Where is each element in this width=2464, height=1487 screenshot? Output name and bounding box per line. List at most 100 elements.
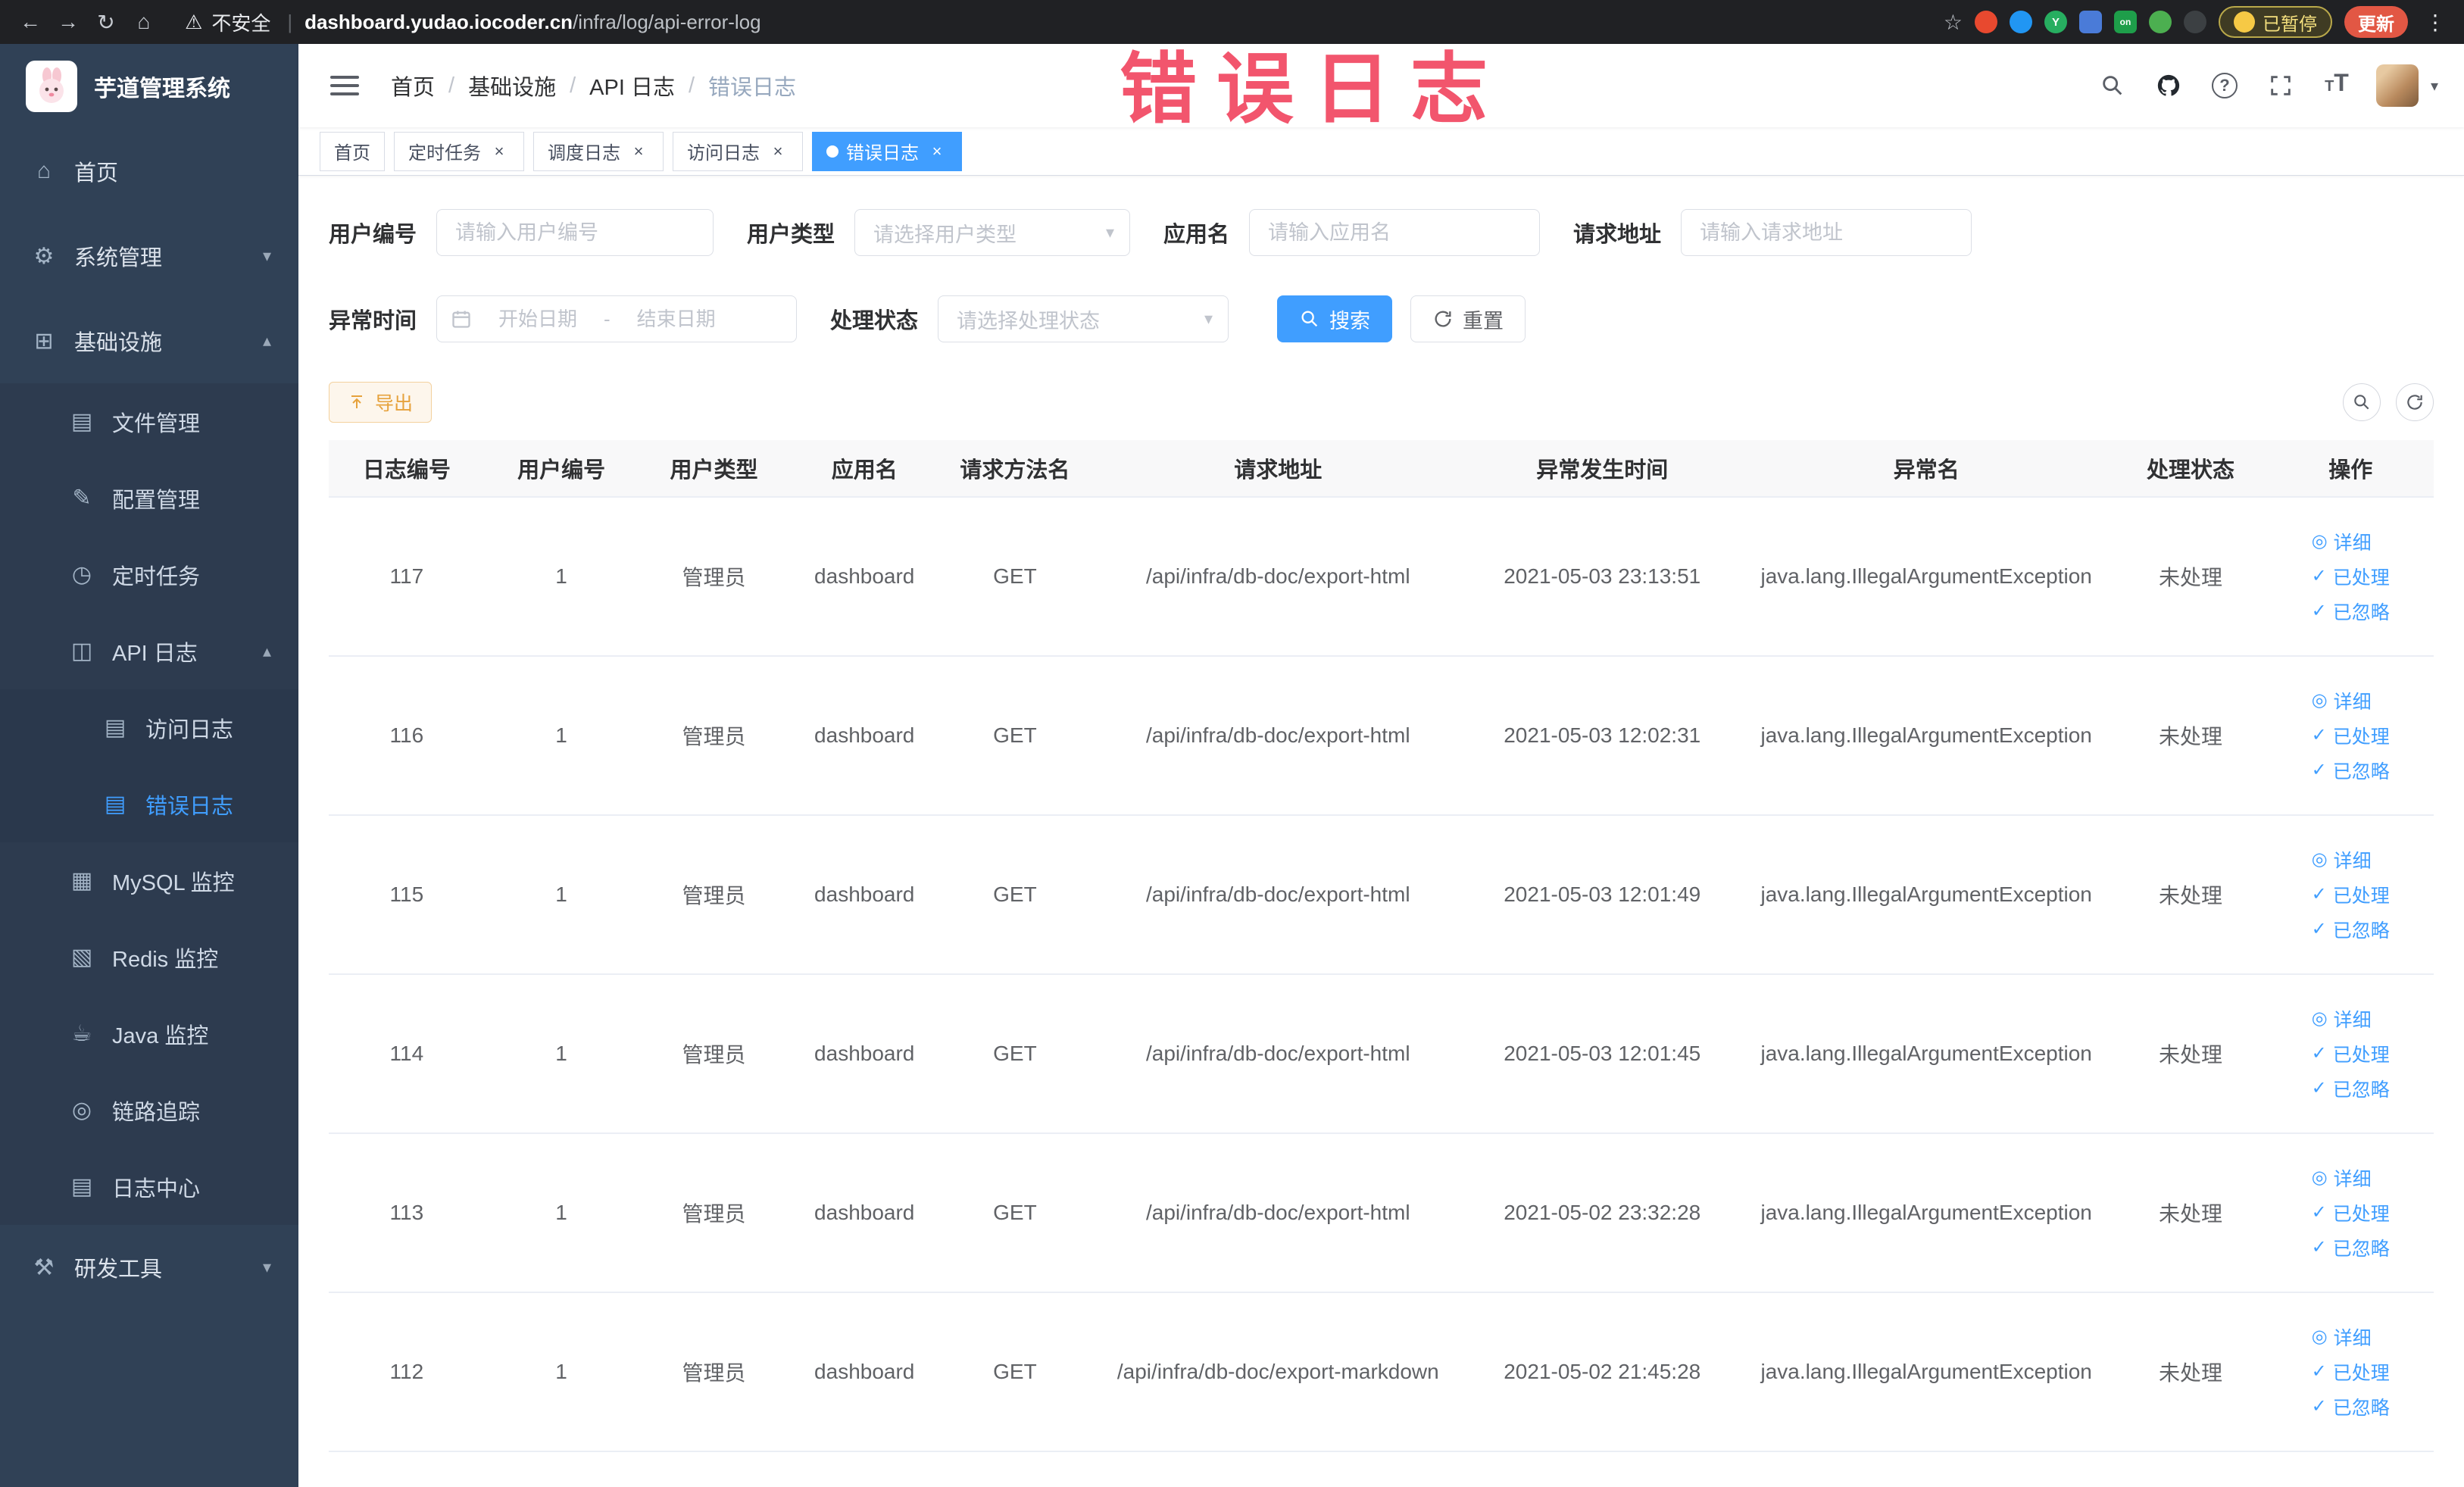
home-icon: ⌂ — [36, 158, 52, 183]
extension-icon[interactable] — [1975, 11, 1997, 33]
ignored-link[interactable]: ✓ 已忽略 — [2312, 1075, 2390, 1102]
processed-link[interactable]: ✓ 已处理 — [2312, 1040, 2390, 1067]
detail-link[interactable]: ◎ 详细 — [2312, 1323, 2372, 1351]
tab-error-log[interactable]: 错误日志 — [812, 131, 962, 171]
hamburger-icon[interactable] — [324, 70, 365, 102]
extension-icon[interactable]: on — [2114, 11, 2137, 33]
sidebar-item-trace[interactable]: ◎ 链路追踪 — [0, 1072, 298, 1148]
check-icon: ✓ — [2311, 566, 2327, 586]
site-security[interactable]: ⚠ 不安全 | — [185, 8, 300, 36]
processed-link[interactable]: ✓ 已处理 — [2312, 881, 2390, 908]
ignored-link[interactable]: ✓ 已忽略 — [2312, 598, 2390, 625]
extension-icon[interactable] — [2149, 11, 2172, 33]
request-url-input[interactable] — [1681, 209, 1972, 256]
ignored-link[interactable]: ✓ 已忽略 — [2312, 1234, 2390, 1261]
end-date-input[interactable] — [619, 307, 733, 331]
update-button[interactable]: 更新 — [2344, 6, 2408, 38]
filter-exception-time: 异常时间 - — [329, 295, 798, 342]
tab-home[interactable]: 首页 — [320, 131, 385, 171]
help-icon[interactable]: ? — [2208, 69, 2241, 102]
detail-link[interactable]: ◎ 详细 — [2312, 1164, 2372, 1192]
filter-process-status: 处理状态 请选择处理状态 ▾ — [830, 295, 1229, 342]
bookmark-star-icon[interactable]: ☆ — [1944, 10, 1963, 35]
sidebar-item-scheduled-task[interactable]: ◷ 定时任务 — [0, 536, 298, 613]
sidebar-item-config-manage[interactable]: ✎ 配置管理 — [0, 460, 298, 536]
ignored-link[interactable]: ✓ 已忽略 — [2312, 1393, 2390, 1420]
refresh-button[interactable] — [2396, 383, 2434, 421]
search-icon[interactable] — [2096, 69, 2129, 102]
export-button[interactable]: 导出 — [329, 382, 433, 423]
detail-link[interactable]: ◎ 详细 — [2312, 846, 2372, 873]
close-icon[interactable] — [926, 141, 948, 162]
app-logo-row[interactable]: 芋道管理系统 — [0, 44, 298, 129]
breadcrumb-home[interactable]: 首页 — [391, 70, 435, 102]
start-date-input[interactable] — [481, 307, 595, 331]
log-center-icon: ▤ — [70, 1174, 93, 1199]
close-icon[interactable] — [767, 141, 789, 162]
sidebar-item-error-log[interactable]: ▤ 错误日志 — [0, 766, 298, 842]
check-icon: ✓ — [2311, 919, 2327, 939]
github-icon[interactable] — [2152, 69, 2185, 102]
reset-button[interactable]: 重置 — [1410, 295, 1526, 342]
search-toggle-button[interactable] — [2343, 383, 2381, 421]
process-status-select[interactable]: 请选择处理状态 ▾ — [938, 295, 1229, 342]
extension-icon[interactable] — [2010, 11, 2032, 33]
tab-schedule-log[interactable]: 调度日志 — [533, 131, 664, 171]
avatar[interactable] — [2375, 64, 2419, 107]
infrastructure-icon: ⊞ — [34, 328, 54, 354]
date-range-picker[interactable]: - — [436, 295, 798, 342]
back-icon[interactable]: ← — [14, 5, 47, 39]
sidebar-item-java-monitor[interactable]: ☕ Java 监控 — [0, 995, 298, 1072]
sidebar-item-redis-monitor[interactable]: ▧ Redis 监控 — [0, 919, 298, 995]
sidebar-item-mysql-monitor[interactable]: ▦ MySQL 监控 — [0, 842, 298, 919]
check-icon: ✓ — [2311, 1361, 2327, 1382]
processed-link[interactable]: ✓ 已处理 — [2312, 722, 2390, 749]
breadcrumb-infrastructure[interactable]: 基础设施 — [468, 70, 556, 102]
sidebar-item-log-center[interactable]: ▤ 日志中心 — [0, 1148, 298, 1225]
tab-access-log[interactable]: 访问日志 — [673, 131, 803, 171]
sidebar-item-system[interactable]: ⚙ 系统管理 ▾ — [0, 214, 298, 298]
reload-icon[interactable]: ↻ — [89, 5, 123, 39]
document-icon: ▤ — [104, 715, 126, 740]
sidebar-item-file-manage[interactable]: ▤ 文件管理 — [0, 383, 298, 460]
ignored-link[interactable]: ✓ 已忽略 — [2312, 916, 2390, 943]
sidebar-item-api-log[interactable]: ◫ API 日志 ▴ — [0, 613, 298, 689]
check-icon: ✓ — [2311, 884, 2327, 904]
ignored-link[interactable]: ✓ 已忽略 — [2312, 757, 2390, 784]
sidebar-item-devtools[interactable]: ⚒ 研发工具 ▾ — [0, 1225, 298, 1310]
processed-link[interactable]: ✓ 已处理 — [2312, 1358, 2390, 1385]
close-icon[interactable] — [628, 141, 649, 162]
eye-icon: ◎ — [2311, 1326, 2328, 1347]
user-id-input[interactable] — [436, 209, 714, 256]
sidebar-item-access-log[interactable]: ▤ 访问日志 — [0, 689, 298, 766]
extension-icon[interactable] — [2079, 11, 2102, 33]
page-header: 首页 / 基础设施 / API 日志 / 错误日志 ? TT ▾ — [298, 44, 2464, 127]
sidebar-item-infrastructure[interactable]: ⊞ 基础设施 ▴ — [0, 298, 298, 383]
tab-scheduled-task[interactable]: 定时任务 — [394, 131, 524, 171]
extension-icon[interactable] — [2184, 11, 2206, 33]
address-bar[interactable]: dashboard.yudao.iocoder.cn/infra/log/api… — [304, 11, 761, 34]
browser-menu-icon[interactable]: ⋮ — [2420, 10, 2450, 35]
user-type-select[interactable]: 请选择用户类型 ▾ — [854, 209, 1131, 256]
detail-link[interactable]: ◎ 详细 — [2312, 528, 2372, 555]
chevron-down-icon[interactable]: ▾ — [2431, 77, 2438, 95]
processed-link[interactable]: ✓ 已处理 — [2312, 563, 2390, 590]
processed-link[interactable]: ✓ 已处理 — [2312, 1199, 2390, 1226]
edit-icon: ✎ — [72, 486, 92, 511]
sidebar-item-home[interactable]: ⌂ 首页 — [0, 129, 298, 214]
app-name-input[interactable] — [1249, 209, 1541, 256]
profile-emoji-icon — [2234, 11, 2255, 33]
close-icon[interactable] — [489, 141, 510, 162]
mysql-icon: ▦ — [70, 868, 93, 893]
forward-icon[interactable]: → — [52, 5, 85, 39]
fullscreen-icon[interactable] — [2264, 69, 2297, 102]
detail-link[interactable]: ◎ 详细 — [2312, 1005, 2372, 1032]
detail-link[interactable]: ◎ 详细 — [2312, 687, 2372, 714]
home-icon[interactable]: ⌂ — [127, 5, 161, 39]
font-size-icon[interactable]: TT — [2320, 69, 2353, 102]
cell-actions: ◎ 详细 ✓ 已处理 ✓ 已忽略 — [2267, 497, 2434, 657]
search-button[interactable]: 搜索 — [1277, 295, 1393, 342]
breadcrumb-api-log[interactable]: API 日志 — [589, 70, 675, 102]
profile-paused-chip[interactable]: 已暂停 — [2219, 6, 2332, 38]
extension-icon[interactable]: Y — [2044, 11, 2067, 33]
